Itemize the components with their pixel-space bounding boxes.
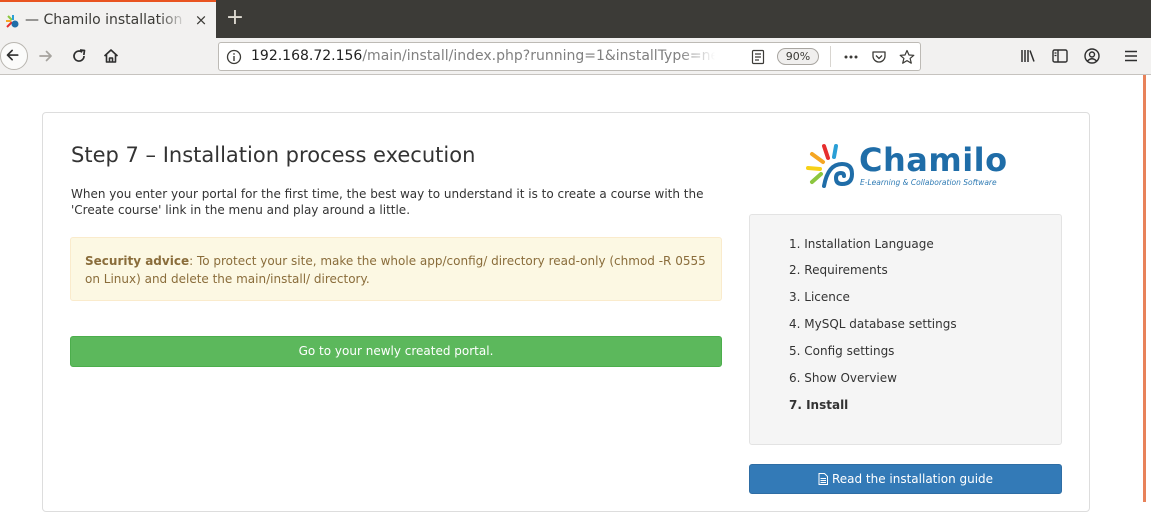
hamburger-menu-icon[interactable] <box>1122 47 1140 65</box>
security-advice-alert: Security advice: To protect your site, m… <box>70 237 722 301</box>
forward-arrow-icon[interactable] <box>37 47 55 65</box>
tab-title: — Chamilo installation — Mozilla Firefox <box>25 12 187 30</box>
step-requirements: 2. Requirements <box>789 263 888 277</box>
install-panel: Step 7 – Installation process execution … <box>42 112 1090 512</box>
installation-guide-label: Read the installation guide <box>831 472 994 486</box>
go-to-portal-button[interactable]: Go to your newly created portal. <box>70 336 722 367</box>
install-steps-list: 1. Installation Language 2. Requirements… <box>749 214 1062 445</box>
step-install-current: 7. Install <box>789 398 849 412</box>
intro-text: When you enter your portal for the first… <box>71 187 704 217</box>
library-icon[interactable] <box>1019 47 1037 65</box>
tab-close-icon[interactable]: × <box>192 11 210 29</box>
chamilo-logo-icon <box>806 144 854 188</box>
reader-view-icon[interactable] <box>750 49 766 65</box>
step-config-settings: 5. Config settings <box>789 344 895 358</box>
installation-guide-button[interactable]: Read the installation guide <box>749 464 1062 494</box>
back-arrow-icon <box>6 49 19 61</box>
chamilo-logo: Chamilo E-Learning & Collaboration Softw… <box>806 141 1008 190</box>
chamilo-tagline: E-Learning & Collaboration Software <box>860 178 997 187</box>
back-button[interactable] <box>0 42 28 70</box>
file-text-icon <box>818 473 828 485</box>
step-licence: 3. Licence <box>789 290 850 304</box>
bookmark-star-icon[interactable] <box>899 49 915 65</box>
step-show-overview: 6. Show Overview <box>789 371 897 385</box>
navigation-toolbar: 192.168.72.156/main/install/index.php?ru… <box>0 38 1151 75</box>
page-viewport: Step 7 – Installation process execution … <box>0 75 1151 512</box>
url-text[interactable]: 192.168.72.156/main/install/index.php?ru… <box>251 48 715 66</box>
more-actions-icon[interactable] <box>843 49 859 65</box>
url-path: /main/install/index.php?running=1&instal… <box>362 48 715 64</box>
new-tab-button[interactable]: + <box>224 5 246 31</box>
url-host: 192.168.72.156 <box>251 48 363 64</box>
browser-tab-active[interactable]: — Chamilo installation — Mozilla Firefox… <box>0 0 216 38</box>
reload-icon[interactable] <box>70 47 88 65</box>
scrollbar-edge-accent <box>1143 75 1146 502</box>
page-title: Step 7 – Installation process execution <box>71 143 476 167</box>
address-bar-separator <box>830 46 831 67</box>
security-advice-label: Security advice <box>85 254 190 268</box>
address-bar[interactable]: 192.168.72.156/main/install/index.php?ru… <box>218 42 921 71</box>
step-installation-language: 1. Installation Language <box>789 237 934 251</box>
info-icon[interactable] <box>226 49 242 65</box>
pocket-icon[interactable] <box>871 49 887 65</box>
tab-strip: — Chamilo installation — Mozilla Firefox… <box>0 0 1151 38</box>
chamilo-wordmark: Chamilo <box>859 141 1008 179</box>
account-icon[interactable] <box>1083 47 1101 65</box>
chamilo-favicon-icon <box>6 15 19 28</box>
zoom-level-badge[interactable]: 90% <box>777 48 819 65</box>
sidebar-icon[interactable] <box>1051 47 1069 65</box>
step-mysql-settings: 4. MySQL database settings <box>789 317 957 331</box>
home-icon[interactable] <box>102 47 120 65</box>
